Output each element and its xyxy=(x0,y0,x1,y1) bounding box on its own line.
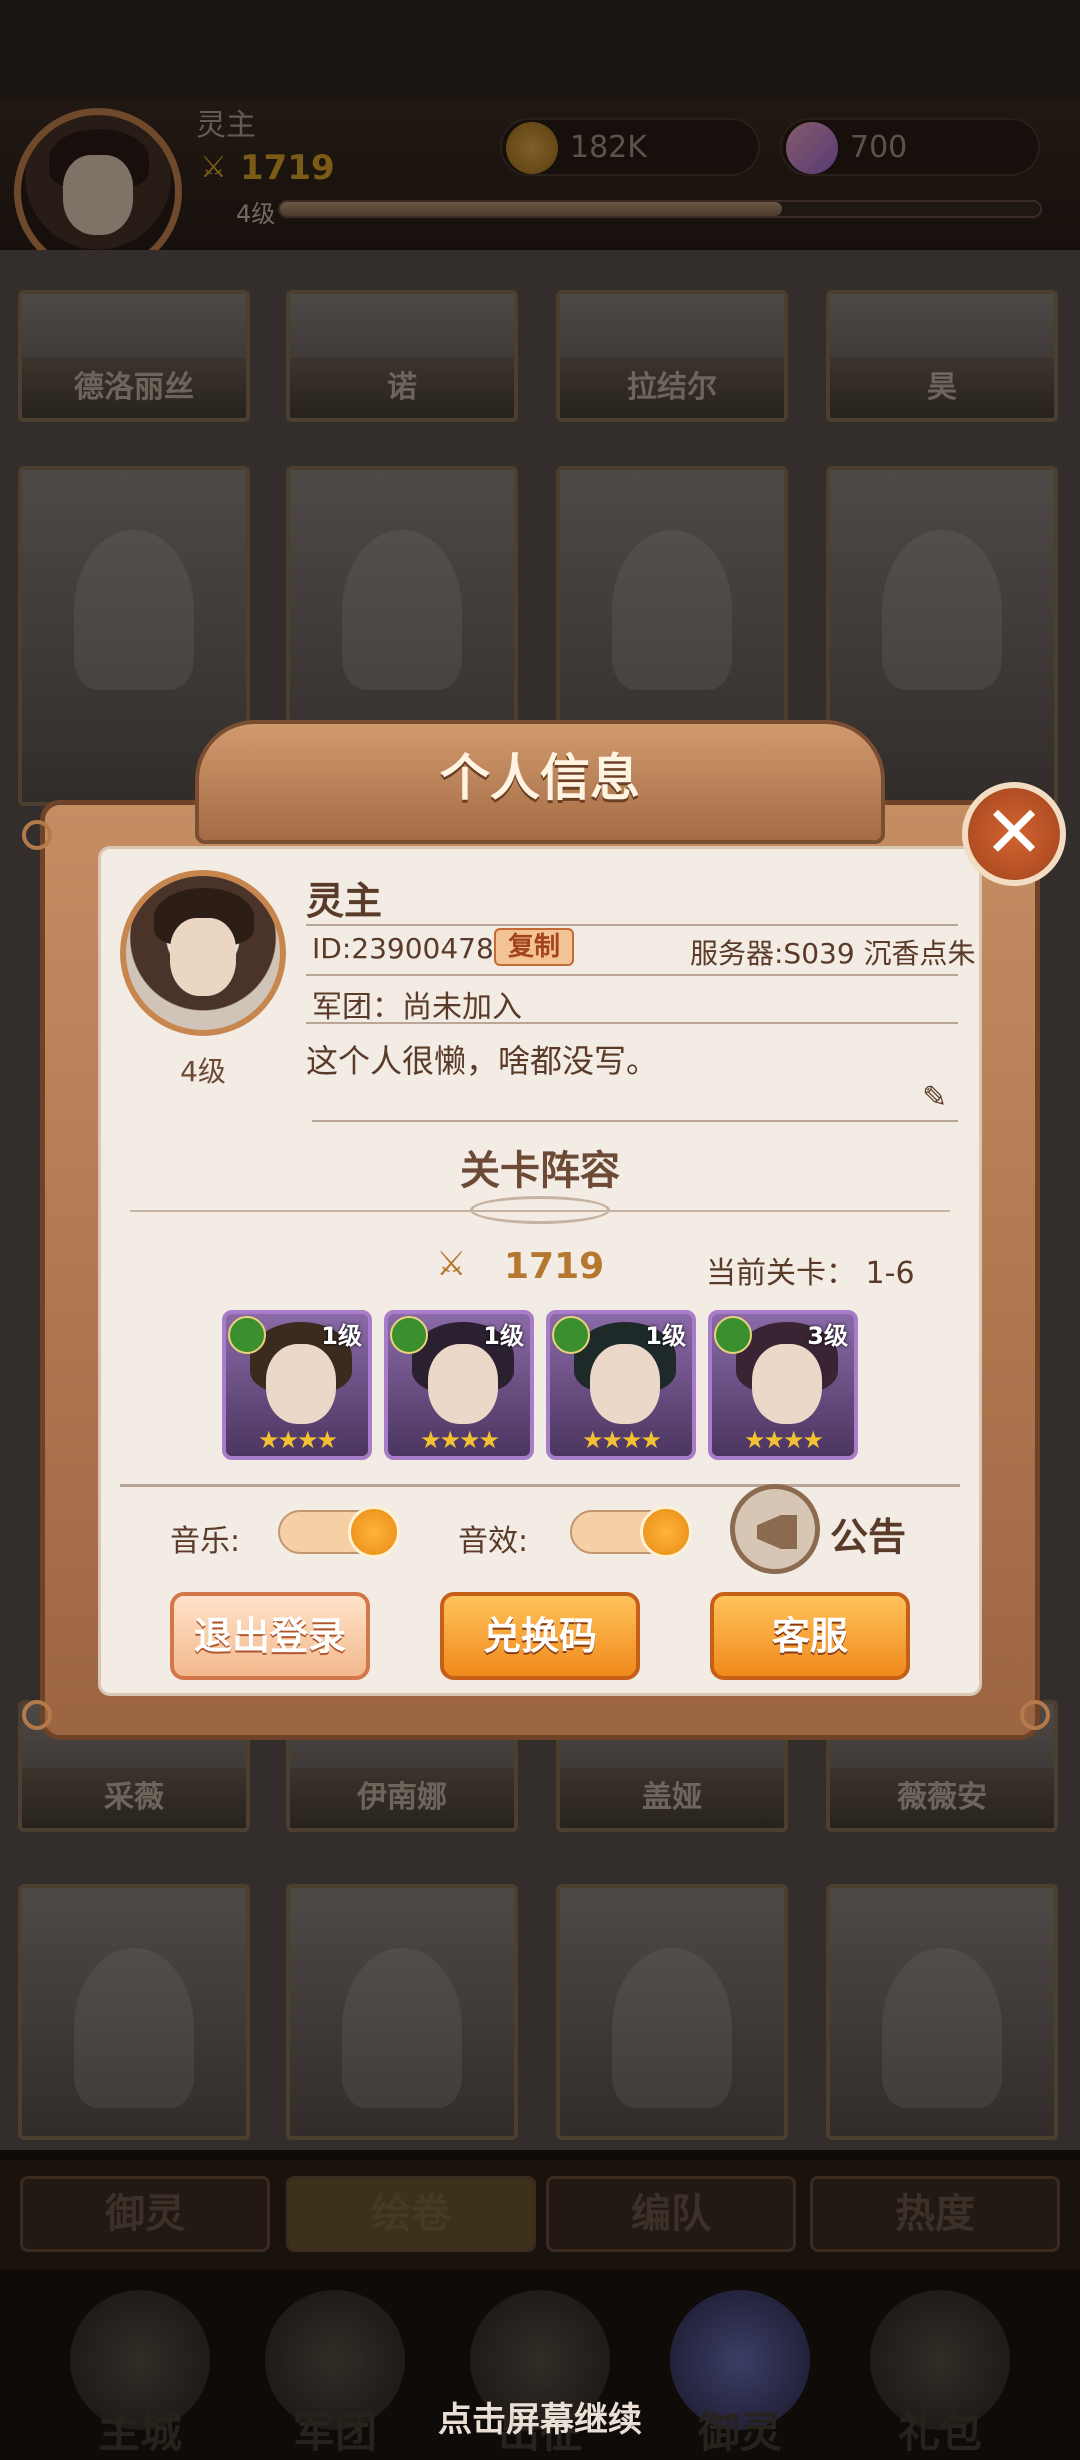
hero-face xyxy=(428,1344,498,1424)
ornament-icon xyxy=(22,1700,52,1730)
divider xyxy=(120,1484,960,1487)
lineup-hero[interactable]: 1级 ★★★★ xyxy=(384,1310,534,1460)
hero-face xyxy=(590,1344,660,1424)
redeem-code-button[interactable]: 兑换码 xyxy=(440,1592,640,1680)
ornament-icon xyxy=(22,820,52,850)
element-badge-icon xyxy=(714,1316,752,1354)
profile-avatar[interactable] xyxy=(120,870,286,1036)
dialog-title: 个人信息 xyxy=(440,749,640,807)
divider xyxy=(306,974,958,976)
hero-stars: ★★★★ xyxy=(257,1426,338,1454)
crossed-swords-icon: ⚔ xyxy=(436,1244,467,1284)
close-icon: ✕ xyxy=(983,790,1045,874)
hero-level: 1级 xyxy=(321,1322,362,1350)
lineup-hero[interactable]: 1级 ★★★★ xyxy=(222,1310,372,1460)
logout-button[interactable]: 退出登录 xyxy=(170,1592,370,1680)
copy-id-button[interactable]: 复制 xyxy=(494,928,574,966)
megaphone-icon xyxy=(757,1515,797,1549)
player-id: ID:23900478 xyxy=(312,932,494,965)
avatar-face xyxy=(170,918,236,996)
music-label: 音乐: xyxy=(170,1524,241,1559)
notice-button[interactable] xyxy=(730,1484,820,1574)
stage-value: 1-6 xyxy=(865,1256,915,1291)
edit-icon[interactable]: ✎ xyxy=(922,1080,947,1115)
music-toggle[interactable] xyxy=(278,1506,400,1558)
element-badge-icon xyxy=(228,1316,266,1354)
ornament-icon xyxy=(1020,1700,1050,1730)
profile-level: 4级 xyxy=(180,1055,226,1088)
hero-face xyxy=(752,1344,822,1424)
hero-stars: ★★★★ xyxy=(419,1426,500,1454)
profile-name: 灵主 xyxy=(306,879,383,923)
hero-level: 1级 xyxy=(483,1322,524,1350)
ornament-icon xyxy=(470,1196,610,1224)
divider xyxy=(306,924,958,926)
hero-level: 1级 xyxy=(645,1322,686,1350)
tap-to-continue-hint: 点击屏幕继续 xyxy=(438,2400,642,2440)
element-badge-icon xyxy=(552,1316,590,1354)
element-badge-icon xyxy=(390,1316,428,1354)
toggle-knob xyxy=(640,1506,692,1558)
current-stage: 当前关卡： 1-6 xyxy=(706,1248,915,1292)
lineup-title: 关卡阵容 xyxy=(460,1148,620,1194)
notice-label[interactable]: 公告 xyxy=(830,1506,906,1561)
legion-info: 军团：尚未加入 xyxy=(312,990,522,1025)
hero-face xyxy=(266,1344,336,1424)
hero-stars: ★★★★ xyxy=(581,1426,662,1454)
divider xyxy=(312,1120,958,1122)
stage-label: 当前关卡： xyxy=(706,1256,856,1291)
divider xyxy=(306,1022,958,1024)
toggle-knob xyxy=(348,1506,400,1558)
lineup-hero[interactable]: 3级 ★★★★ xyxy=(708,1310,858,1460)
close-button[interactable]: ✕ xyxy=(962,782,1066,886)
lineup-power: 1719 xyxy=(504,1246,605,1287)
server-info: 服务器:S039 沉香点朱 xyxy=(690,937,976,970)
bio-text: 这个人很懒，啥都没写。 xyxy=(306,1042,659,1080)
hero-level: 3级 xyxy=(807,1322,848,1350)
customer-service-button[interactable]: 客服 xyxy=(710,1592,910,1680)
hero-stars: ★★★★ xyxy=(743,1426,824,1454)
sfx-label: 音效: xyxy=(458,1524,529,1559)
lineup-hero[interactable]: 1级 ★★★★ xyxy=(546,1310,696,1460)
sfx-toggle[interactable] xyxy=(570,1506,692,1558)
